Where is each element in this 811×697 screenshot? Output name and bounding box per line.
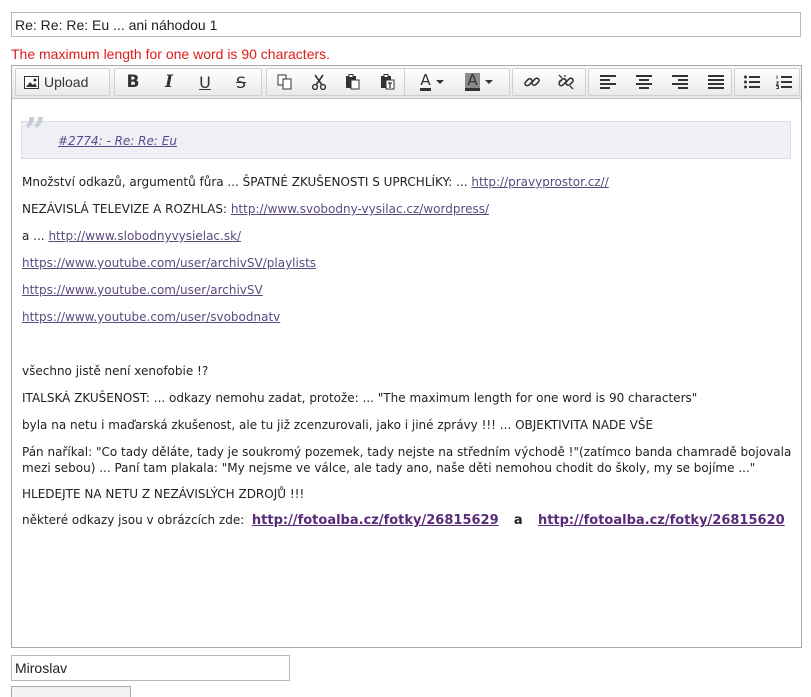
numbered-list-icon bbox=[776, 75, 792, 89]
chevron-down-icon bbox=[484, 80, 493, 84]
content-line: HLEDEJTE NA NETU Z NEZÁVISLÝCH ZDROJŮ !!… bbox=[22, 487, 305, 501]
error-message: The maximum length for one word is 90 ch… bbox=[11, 46, 331, 62]
text-color-button[interactable]: A bbox=[413, 69, 451, 95]
link-icon bbox=[523, 73, 541, 91]
content-link[interactable]: https://www.youtube.com/user/archivSV bbox=[22, 283, 263, 297]
align-justify-icon bbox=[708, 75, 724, 89]
content-paragraph: Pán naříkal: "Co tady děláte, tady je so… bbox=[22, 445, 792, 475]
quote-icon: ” bbox=[24, 109, 46, 154]
image-icon bbox=[24, 75, 39, 89]
upload-label: Upload bbox=[44, 74, 89, 90]
align-center-icon bbox=[636, 75, 652, 89]
content-line: některé odkazy jsou v obrázcích zde: htt… bbox=[22, 513, 785, 528]
submit-button[interactable] bbox=[11, 686, 131, 697]
upload-button[interactable]: Upload bbox=[24, 69, 104, 95]
content-line: všechno jistě není xenofobie !? bbox=[22, 364, 209, 378]
background-color-button[interactable]: A bbox=[459, 69, 499, 95]
content-link[interactable]: http://fotoalba.cz/fotky/26815620 bbox=[538, 513, 785, 528]
color-group: A A bbox=[404, 68, 510, 96]
underline-button[interactable]: U bbox=[190, 69, 220, 95]
quote-block: ” #2774: - Re: Re: Eu bbox=[21, 113, 791, 159]
unlink-button[interactable] bbox=[551, 69, 581, 95]
quote-link[interactable]: #2774: - Re: Re: Eu bbox=[58, 134, 177, 148]
paste-icon bbox=[345, 74, 361, 90]
name-input[interactable] bbox=[11, 655, 290, 681]
list-group bbox=[734, 68, 800, 96]
text-color-icon: A bbox=[420, 71, 431, 91]
format-group: B I U S bbox=[114, 68, 262, 96]
paste-text-button[interactable] bbox=[373, 69, 403, 95]
align-left-icon bbox=[600, 75, 616, 89]
content-link[interactable]: https://www.youtube.com/user/archivSV/pl… bbox=[22, 256, 316, 270]
clipboard-group bbox=[266, 68, 410, 96]
bullet-list-button[interactable] bbox=[737, 69, 767, 95]
chevron-down-icon bbox=[435, 80, 444, 84]
paste-button[interactable] bbox=[339, 69, 367, 95]
content-line: https://www.youtube.com/user/svobodnatv bbox=[22, 310, 280, 324]
align-right-icon bbox=[672, 75, 688, 89]
subject-input[interactable] bbox=[11, 12, 801, 37]
background-color-icon: A bbox=[465, 71, 480, 91]
content-line: a ... http://www.slobodnyvysielac.sk/ bbox=[22, 229, 242, 243]
cut-button[interactable] bbox=[305, 69, 333, 95]
alignment-group bbox=[588, 68, 732, 96]
link-group bbox=[512, 68, 586, 96]
content-link[interactable]: http://fotoalba.cz/fotky/26815629 bbox=[252, 513, 499, 528]
copy-button[interactable] bbox=[271, 69, 299, 95]
align-center-button[interactable] bbox=[629, 69, 659, 95]
paste-text-icon bbox=[380, 74, 396, 90]
insert-link-button[interactable] bbox=[517, 69, 547, 95]
content-link[interactable]: https://www.youtube.com/user/svobodnatv bbox=[22, 310, 280, 324]
numbered-list-button[interactable] bbox=[769, 69, 799, 95]
unlink-icon bbox=[557, 73, 575, 91]
content-line: https://www.youtube.com/user/archivSV/pl… bbox=[22, 256, 316, 270]
align-right-button[interactable] bbox=[665, 69, 695, 95]
align-left-button[interactable] bbox=[593, 69, 623, 95]
content-line: NEZÁVISLÁ TELEVIZE A ROZHLAS: http://www… bbox=[22, 202, 490, 216]
content-line: Množství odkazů, argumentů fůra ... ŠPAT… bbox=[22, 175, 609, 189]
scissors-icon bbox=[311, 74, 327, 90]
bold-button[interactable]: B bbox=[118, 69, 148, 95]
strikethrough-button[interactable]: S bbox=[226, 69, 256, 95]
editor-content[interactable]: ” #2774: - Re: Re: Eu Množství odkazů, a… bbox=[12, 100, 801, 647]
align-justify-button[interactable] bbox=[701, 69, 731, 95]
copy-icon bbox=[277, 74, 293, 90]
content-link[interactable]: http://www.slobodnyvysielac.sk/ bbox=[48, 229, 241, 243]
editor-toolbar: Upload B I U S A A bbox=[12, 66, 801, 99]
content-link[interactable]: http://pravyprostor.cz// bbox=[471, 175, 608, 189]
italic-button[interactable]: I bbox=[154, 69, 184, 95]
bullet-list-icon bbox=[744, 75, 760, 89]
upload-group: Upload bbox=[15, 68, 110, 96]
content-line: ITALSKÁ ZKUŠENOST: ... odkazy nemohu zad… bbox=[22, 391, 698, 405]
content-line: https://www.youtube.com/user/archivSV bbox=[22, 283, 263, 297]
content-link[interactable]: http://www.svobodny-vysilac.cz/wordpress… bbox=[231, 202, 489, 216]
content-line: byla na netu i maďarská zkušenost, ale t… bbox=[22, 418, 654, 432]
rich-text-editor: Upload B I U S A A ” #2774: - Re: Re: Eu… bbox=[11, 65, 802, 648]
